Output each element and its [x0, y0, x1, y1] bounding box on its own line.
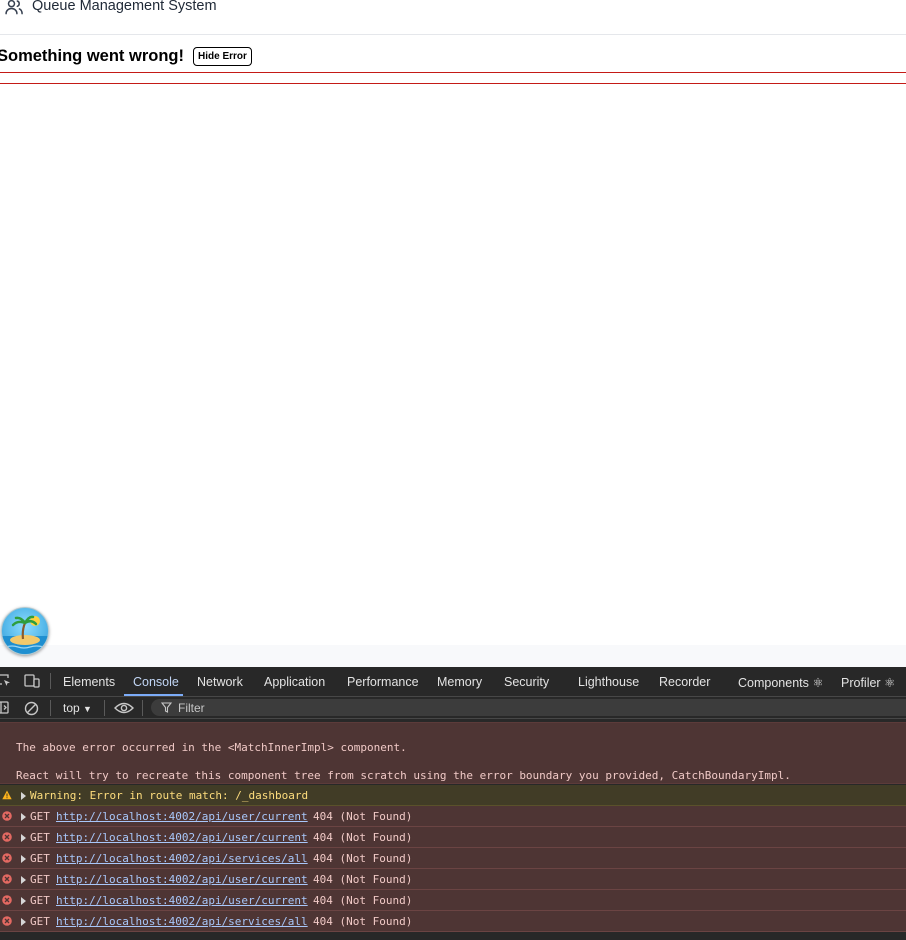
tab-security[interactable]: Security	[504, 675, 549, 689]
tab-console[interactable]: Console	[133, 675, 179, 689]
hide-error-button[interactable]: Hide Error	[193, 46, 252, 66]
sidebar-toggle-icon[interactable]	[0, 701, 10, 715]
request-method: GET	[30, 873, 50, 886]
request-method: GET	[30, 915, 50, 928]
app-title: Queue Management System	[32, 0, 217, 14]
request-url-link[interactable]: http://localhost:4002/api/user/current	[56, 894, 308, 907]
filter-placeholder: Filter	[178, 701, 205, 715]
request-method: GET	[30, 831, 50, 844]
request-status: 404 (Not Found)	[313, 810, 413, 823]
network-error-row[interactable]: GET http://localhost:4002/api/user/curre…	[0, 827, 906, 848]
filter-icon	[161, 702, 172, 713]
error-icon	[2, 874, 12, 884]
console-error-message: The above error occurred in the <MatchIn…	[0, 722, 906, 784]
expand-triangle-icon[interactable]	[21, 834, 26, 842]
console-messages: The above error occurred in the <MatchIn…	[0, 719, 906, 940]
toolbar-divider	[142, 700, 143, 716]
island-icon	[2, 615, 48, 654]
request-status: 404 (Not Found)	[313, 831, 413, 844]
request-method: GET	[30, 810, 50, 823]
request-status: 404 (Not Found)	[313, 852, 413, 865]
tab-components[interactable]: Components ⚛	[738, 675, 824, 690]
filter-input[interactable]	[151, 699, 906, 716]
expand-triangle-icon[interactable]	[21, 855, 26, 863]
inspect-element-icon[interactable]	[0, 674, 12, 688]
network-error-row[interactable]: GET http://localhost:4002/api/user/curre…	[0, 806, 906, 827]
expand-triangle-icon[interactable]	[21, 918, 26, 926]
network-error-row[interactable]: GET http://localhost:4002/api/user/curre…	[0, 890, 906, 911]
context-selector[interactable]: top ▼	[63, 701, 92, 715]
request-url-link[interactable]: http://localhost:4002/api/services/all	[56, 915, 308, 928]
error-title: Something went wrong!	[0, 46, 184, 65]
request-method: GET	[30, 894, 50, 907]
expand-triangle-icon[interactable]	[21, 813, 26, 821]
network-error-row[interactable]: GET http://localhost:4002/api/services/a…	[0, 911, 906, 932]
app-header: Queue Management System	[0, 0, 906, 35]
console-toolbar: top ▼ Filter	[0, 697, 906, 719]
toolbar-divider	[104, 700, 105, 716]
request-status: 404 (Not Found)	[313, 894, 413, 907]
error-line-boundary: React will try to recreate this componen…	[16, 769, 791, 782]
error-icon	[2, 832, 12, 842]
context-selector-value: top	[63, 701, 80, 715]
console-warning-row[interactable]: Warning: Error in route match: /_dashboa…	[0, 785, 906, 806]
clear-console-icon[interactable]	[24, 701, 39, 716]
active-tab-indicator	[124, 694, 183, 696]
tab-network[interactable]: Network	[197, 675, 243, 689]
request-url-link[interactable]: http://localhost:4002/api/user/current	[56, 831, 308, 844]
tab-lighthouse[interactable]: Lighthouse	[578, 675, 639, 689]
chevron-down-icon: ▼	[83, 704, 92, 714]
device-toolbar-icon[interactable]	[24, 674, 40, 688]
error-line-component: The above error occurred in the <MatchIn…	[16, 741, 407, 754]
warning-icon	[2, 790, 12, 800]
expand-triangle-icon[interactable]	[21, 876, 26, 884]
toolbar-divider	[50, 700, 51, 716]
network-error-row[interactable]: GET http://localhost:4002/api/user/curre…	[0, 869, 906, 890]
error-boundary-header: Something went wrong! Hide Error	[0, 44, 252, 68]
tab-memory[interactable]: Memory	[437, 675, 482, 689]
live-expression-eye-icon[interactable]	[114, 701, 134, 715]
error-details-box	[0, 72, 906, 84]
request-url-link[interactable]: http://localhost:4002/api/services/all	[56, 852, 308, 865]
expand-triangle-icon[interactable]	[21, 792, 26, 800]
error-icon	[2, 916, 12, 926]
error-icon	[2, 853, 12, 863]
tab-application[interactable]: Application	[264, 675, 325, 689]
warning-text: Warning: Error in route match: /_dashboa…	[30, 789, 309, 802]
devtools-tab-bar: Elements Console Network Application Per…	[0, 667, 906, 697]
devtools-floating-logo-icon[interactable]	[1, 607, 49, 655]
devtools-panel: Elements Console Network Application Per…	[0, 667, 906, 940]
error-icon	[2, 811, 12, 821]
request-method: GET	[30, 852, 50, 865]
tab-recorder[interactable]: Recorder	[659, 675, 710, 689]
request-status: 404 (Not Found)	[313, 915, 413, 928]
tab-profiler[interactable]: Profiler ⚛	[841, 675, 895, 690]
error-icon	[2, 895, 12, 905]
users-icon	[5, 0, 23, 15]
network-error-row[interactable]: GET http://localhost:4002/api/services/a…	[0, 848, 906, 869]
request-url-link[interactable]: http://localhost:4002/api/user/current	[56, 810, 308, 823]
page-bottom-strip	[0, 645, 906, 667]
request-url-link[interactable]: http://localhost:4002/api/user/current	[56, 873, 308, 886]
expand-triangle-icon[interactable]	[21, 897, 26, 905]
request-status: 404 (Not Found)	[313, 873, 413, 886]
tab-performance[interactable]: Performance	[347, 675, 419, 689]
toolbar-divider	[50, 673, 51, 689]
tab-elements[interactable]: Elements	[63, 675, 115, 689]
